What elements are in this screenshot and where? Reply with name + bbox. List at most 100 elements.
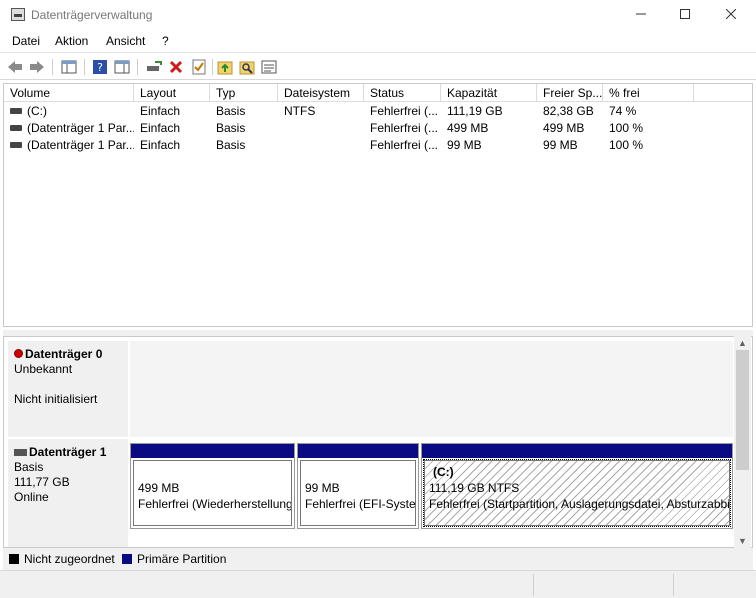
disk-size: 111,77 GB (14, 475, 70, 489)
row-dateisystem (278, 137, 364, 154)
column-header-status[interactable]: Status (364, 84, 441, 102)
column-header-prozent-frei[interactable]: % frei (603, 84, 694, 102)
legend-unallocated: Nicht zugeordnet (24, 552, 115, 566)
close-icon (725, 8, 737, 20)
scroll-thumb[interactable] (736, 350, 749, 470)
row-typ: Basis (216, 121, 246, 135)
svg-text:?: ? (97, 61, 103, 74)
disk-pane-scrollbar[interactable]: ▲ ▼ (734, 336, 751, 548)
status-bar (0, 570, 756, 598)
column-header-volume[interactable]: Volume (4, 84, 134, 102)
table-row[interactable]: (Datenträger 1 Par... Einfach Basis Fehl… (4, 137, 752, 154)
table-row[interactable]: (C:) Einfach Basis NTFS Fehlerfrei (... … (4, 103, 752, 120)
column-header-dateisystem[interactable]: Dateisystem (278, 84, 364, 102)
row-freier-speicher: 499 MB (543, 121, 585, 135)
primary-partition-bar (422, 444, 732, 458)
row-dateisystem: NTFS (284, 104, 316, 118)
maximize-button[interactable] (662, 0, 708, 30)
partition-title: (C:) (433, 465, 454, 479)
row-kapazitaet: 111,19 GB (447, 104, 503, 118)
disk-icon (14, 449, 27, 457)
column-header-freier-speicher[interactable]: Freier Sp... (537, 84, 603, 102)
column-header-kapazitaet[interactable]: Kapazität (441, 84, 537, 102)
disk-state: Online (14, 490, 49, 504)
partition-efi[interactable]: 99 MB Fehlerfrei (EFI-Syster (297, 443, 419, 529)
partition-recovery[interactable]: 499 MB Fehlerfrei (Wiederherstellung (130, 443, 295, 529)
row-freier-speicher: 82,38 GB (543, 104, 594, 118)
disk-size (14, 377, 128, 392)
row-status: Fehlerfrei (... (370, 121, 439, 135)
disk-type: Basis (14, 460, 44, 474)
row-layout: Einfach (140, 104, 181, 118)
disk-name: Datenträger 0 (25, 347, 103, 361)
disk-error-icon (14, 349, 23, 359)
row-kapazitaet: 499 MB (447, 121, 489, 135)
primary-partition-swatch (122, 554, 132, 564)
volume-icon (10, 124, 22, 131)
open-folder-up-icon[interactable] (216, 58, 234, 75)
disk-name: Datenträger 1 (29, 445, 107, 459)
unallocated-swatch (9, 554, 19, 564)
disk-management-icon (11, 8, 25, 21)
row-dateisystem (278, 120, 364, 137)
connect-disk-icon[interactable] (145, 58, 163, 75)
row-prozent-frei: 74 % (609, 104, 637, 118)
partition-c[interactable]: (C:) 111,19 GB NTFS Fehlerfrei (Startpar… (421, 443, 733, 529)
partition-status: Fehlerfrei (Wiederherstellung (138, 497, 292, 511)
menu-bar: Datei Aktion Ansicht ? (0, 30, 756, 52)
scroll-down-icon[interactable]: ▼ (734, 534, 751, 548)
partition-size: 99 MB (305, 481, 340, 495)
help-icon[interactable]: ? (91, 58, 109, 75)
table-header: Volume Layout Typ Dateisystem Status Kap… (4, 84, 752, 102)
volume-icon (10, 141, 22, 148)
row-status: Fehlerfrei (... (370, 104, 439, 118)
row-layout: Einfach (140, 121, 181, 135)
row-kapazitaet: 99 MB (447, 138, 482, 152)
legend: Nicht zugeordnet Primäre Partition (3, 548, 753, 570)
partition-status: Fehlerfrei (EFI-Syster (305, 497, 416, 511)
menu-ansicht[interactable]: Ansicht (106, 34, 145, 48)
disk-map: Datenträger 0 Unbekannt Nicht initialisi… (3, 336, 753, 548)
menu-help[interactable]: ? (162, 34, 169, 48)
window-title: Datenträgerverwaltung (31, 8, 153, 22)
partition-size: 111,19 GB NTFS (429, 481, 520, 495)
partition-size: 499 MB (138, 481, 180, 495)
menu-datei[interactable]: Datei (12, 34, 40, 48)
row-status: Fehlerfrei (... (370, 138, 439, 152)
column-header-layout[interactable]: Layout (134, 84, 210, 102)
row-volume: (Datenträger 1 Par... (27, 121, 134, 135)
search-folder-icon[interactable] (238, 58, 256, 75)
console-tree-icon[interactable] (60, 58, 78, 75)
close-button[interactable] (708, 0, 754, 30)
row-typ: Basis (216, 104, 246, 118)
list-view-icon[interactable] (260, 58, 278, 75)
scroll-up-icon[interactable]: ▲ (734, 336, 751, 350)
disk-0-label[interactable]: Datenträger 0 Unbekannt Nicht initialisi… (8, 341, 129, 437)
table-row[interactable]: (Datenträger 1 Par... Einfach Basis Fehl… (4, 120, 752, 137)
partition-title (305, 464, 412, 480)
column-header-typ[interactable]: Typ (210, 84, 278, 102)
disk-type: Unbekannt (14, 362, 73, 376)
row-prozent-frei: 100 % (609, 138, 644, 152)
forward-arrow-icon[interactable] (28, 58, 46, 75)
disk-0-area[interactable] (130, 341, 733, 437)
title-bar: Datenträgerverwaltung (0, 0, 756, 30)
row-volume: (Datenträger 1 Par... (27, 138, 134, 152)
row-freier-speicher: 99 MB (543, 138, 578, 152)
disk-1-label[interactable]: Datenträger 1 Basis 111,77 GB Online (8, 439, 129, 547)
legend-primary-partition: Primäre Partition (137, 552, 227, 566)
properties-panel-icon[interactable] (113, 58, 131, 75)
menu-aktion[interactable]: Aktion (55, 34, 88, 48)
delete-icon[interactable] (167, 58, 185, 75)
volume-list: Volume Layout Typ Dateisystem Status Kap… (3, 83, 753, 327)
row-typ: Basis (216, 138, 246, 152)
row-prozent-frei: 100 % (609, 121, 644, 135)
row-layout: Einfach (140, 138, 181, 152)
back-arrow-icon[interactable] (6, 58, 24, 75)
minimize-button[interactable] (618, 0, 664, 30)
primary-partition-bar (298, 444, 418, 458)
toolbar: ? (0, 52, 756, 80)
properties-check-icon[interactable] (190, 58, 208, 75)
partition-status: Fehlerfrei (Startpartition, Auslagerungs… (429, 497, 730, 511)
volume-icon (10, 107, 22, 114)
